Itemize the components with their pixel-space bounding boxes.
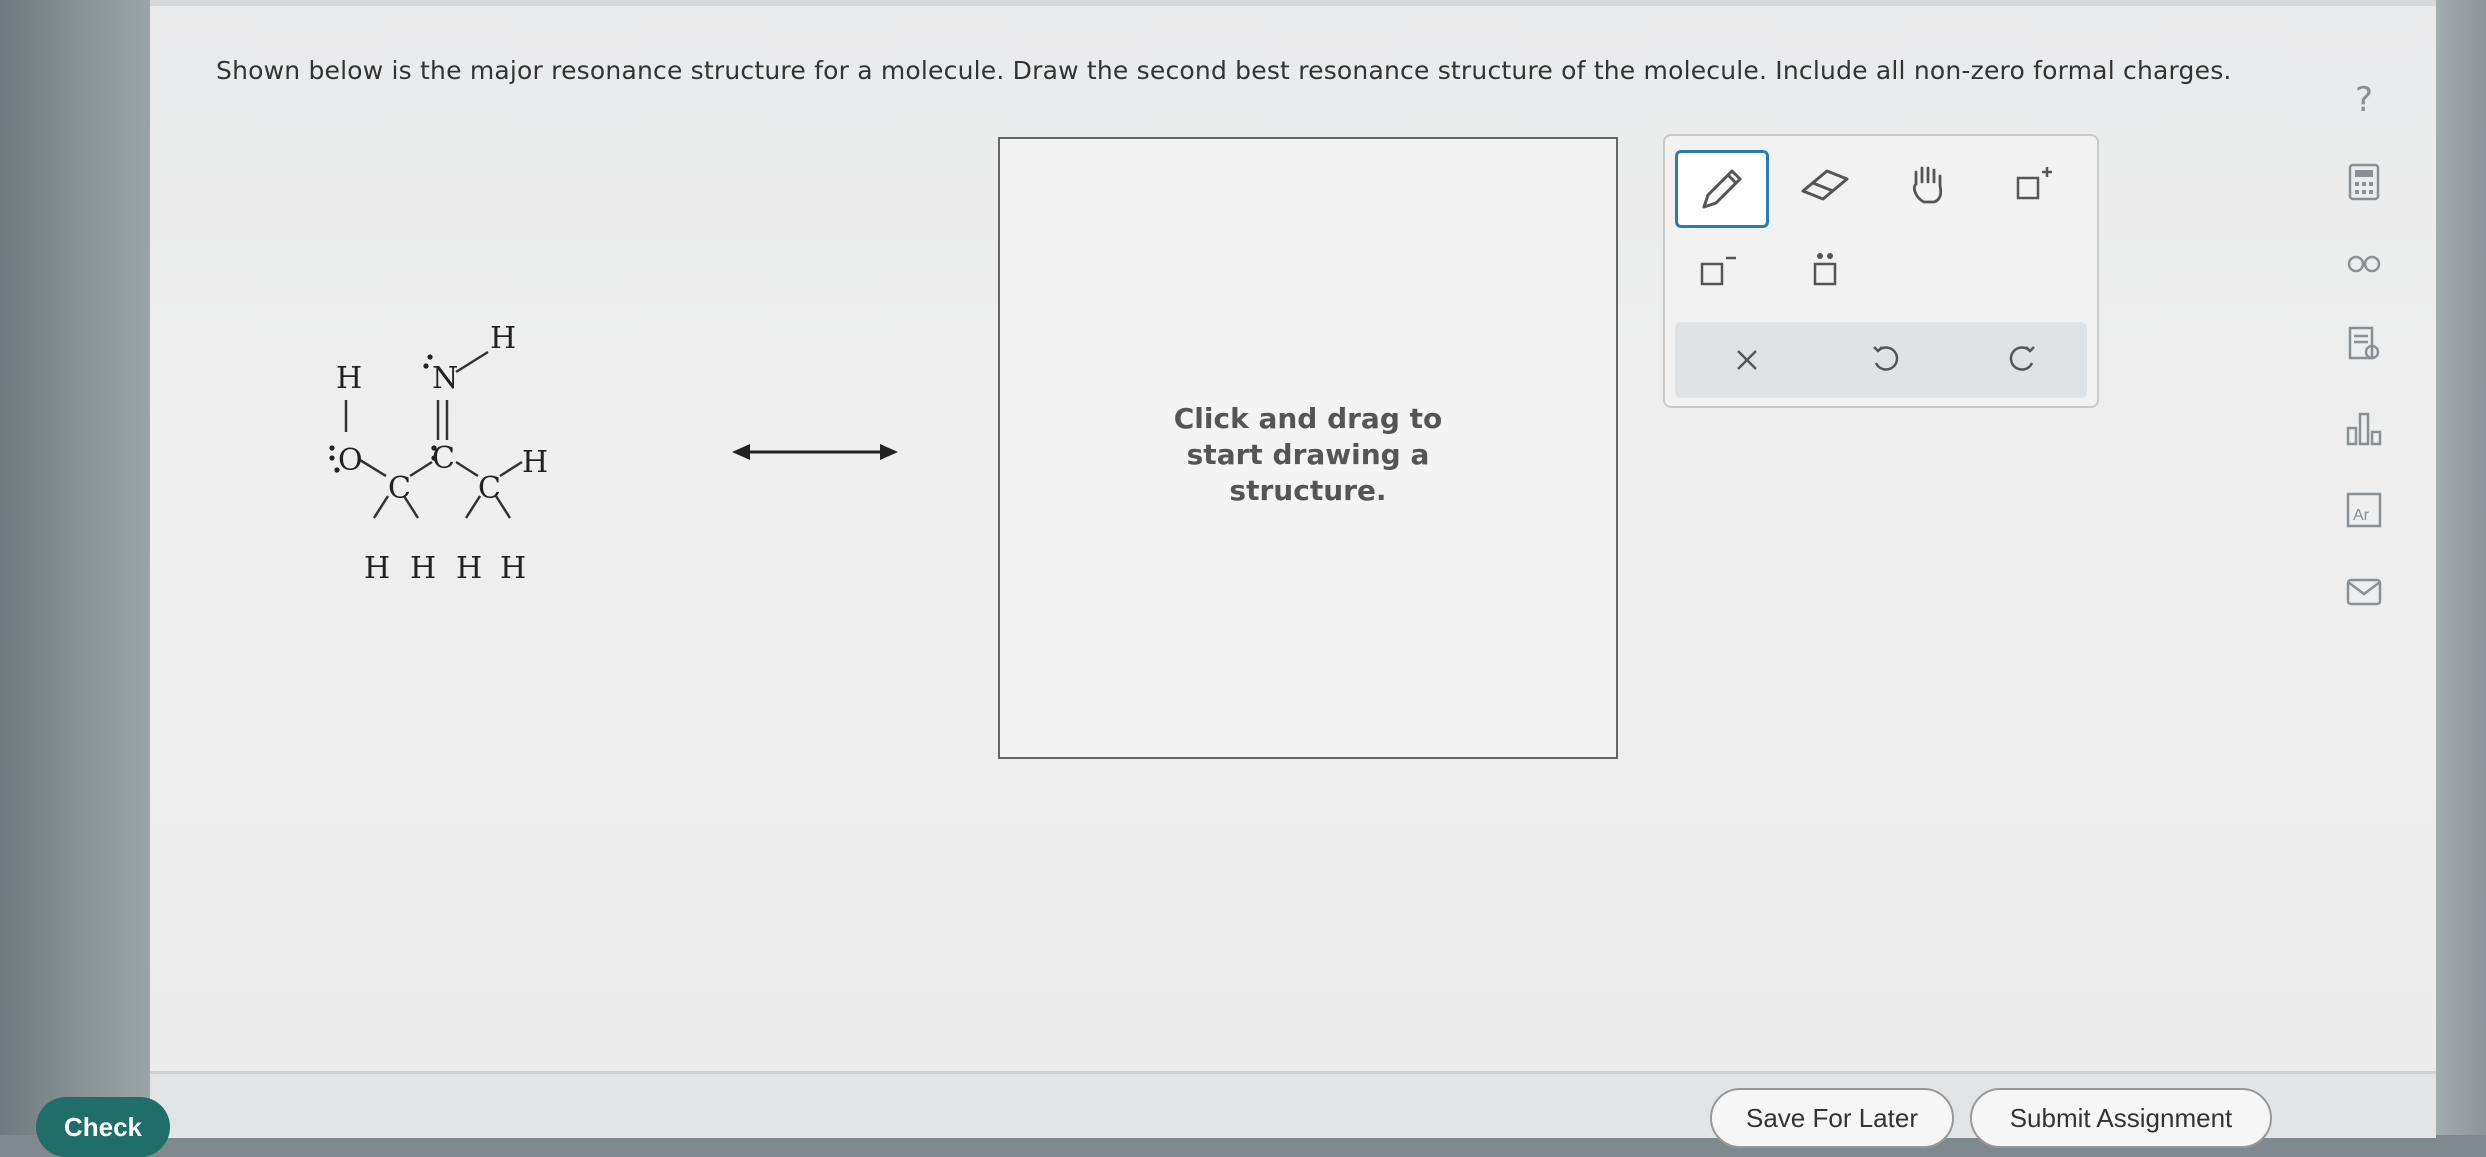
lone-pair-dot-o4	[329, 455, 335, 461]
lone-pair-button[interactable]	[1783, 236, 1867, 306]
atom-h: H	[500, 551, 526, 586]
atom-h: H	[456, 551, 482, 586]
check-button[interactable]: Check	[36, 1097, 170, 1157]
redo-button[interactable]	[1981, 325, 2065, 395]
undo-icon	[1873, 346, 1899, 371]
atom-h: H	[410, 551, 436, 586]
save-for-later-button[interactable]: Save For Later	[1710, 1088, 1954, 1148]
notes-icon[interactable]	[2336, 316, 2392, 372]
negative-charge-button[interactable]	[1675, 236, 1759, 306]
canvas-hint-line: start drawing a	[1186, 438, 1430, 471]
submit-assignment-button[interactable]: Submit Assignment	[1970, 1088, 2272, 1148]
monitor-bezel-left	[0, 0, 150, 1135]
negative-charge-icon	[1700, 256, 1736, 286]
lone-pair-icon	[1813, 253, 1837, 286]
atom-c: C	[478, 471, 501, 506]
eraser-icon	[1801, 169, 1849, 201]
atom-h: H	[364, 551, 390, 586]
mail-icon[interactable]	[2336, 564, 2392, 620]
atom-c: C	[432, 441, 455, 476]
monitor-bezel-right	[2436, 0, 2486, 1135]
atom-h: H	[490, 321, 516, 356]
molecule-structure: H N H H O C C H C H H H	[329, 321, 548, 586]
canvas-hint-line: Click and drag to	[1173, 402, 1443, 435]
atom-h: H	[336, 361, 362, 396]
atom-c: C	[388, 471, 411, 506]
resonance-arrow-icon	[732, 444, 898, 460]
positive-charge-icon	[2016, 167, 2052, 200]
bond-c-c-2	[455, 460, 479, 478]
question-text: Shown below is the major resonance struc…	[216, 56, 2232, 85]
bond-o-c	[359, 458, 387, 478]
hand-tool-button[interactable]	[1885, 150, 1969, 220]
periodic-table-icon[interactable]: Ar	[2336, 482, 2392, 538]
clear-button[interactable]	[1705, 325, 1789, 395]
lone-pair-dot-n1	[427, 354, 433, 360]
hand-icon	[1913, 166, 1943, 204]
atom-h: H	[522, 445, 548, 480]
atom-o: O	[338, 443, 363, 478]
top-strip	[150, 0, 2436, 6]
infinity-icon[interactable]	[2336, 236, 2392, 292]
pencil-tool-button[interactable]	[1675, 150, 1769, 228]
bond-n-h	[455, 350, 489, 374]
bond-c-h-right	[499, 460, 523, 478]
canvas-hint-line: structure.	[1229, 474, 1387, 507]
action-bar	[1675, 322, 2087, 398]
positive-charge-button[interactable]	[1991, 150, 2075, 220]
svg-text:Ar: Ar	[2353, 507, 2370, 524]
redo-icon	[2009, 346, 2035, 371]
calculator-icon[interactable]	[2336, 154, 2392, 210]
eraser-tool-button[interactable]	[1783, 150, 1867, 220]
lone-pair-dot-o3	[329, 445, 335, 451]
canvas-hint: Click and drag to start drawing a struct…	[1000, 401, 1616, 509]
bond-c-h-1	[372, 495, 390, 519]
pencil-icon	[1702, 169, 1742, 209]
drawing-canvas[interactable]: Click and drag to start drawing a struct…	[998, 137, 1618, 759]
undo-button[interactable]	[1843, 325, 1927, 395]
screen: Shown below is the major resonance struc…	[150, 0, 2436, 1138]
atom-n: N	[432, 361, 458, 396]
drawing-toolbar	[1663, 134, 2099, 408]
chart-icon[interactable]	[2336, 400, 2392, 456]
clear-icon	[1737, 350, 1757, 370]
bond-c-c-1	[409, 460, 433, 478]
help-icon[interactable]: ?	[2336, 72, 2392, 128]
lone-pair-dot-n2	[423, 363, 429, 369]
